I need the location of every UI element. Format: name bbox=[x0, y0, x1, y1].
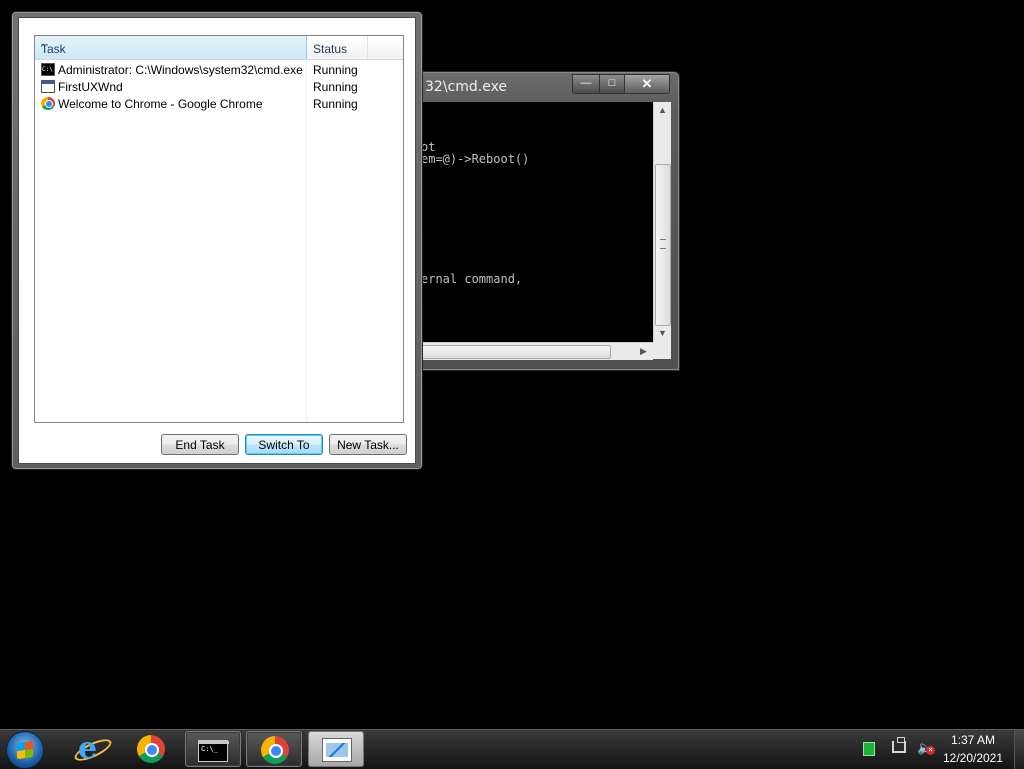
new-task-button[interactable]: New Task... bbox=[329, 434, 407, 455]
taskbar-google-chrome-running[interactable] bbox=[246, 731, 302, 767]
task-name: Administrator: C:\Windows\system32\cmd.e… bbox=[58, 63, 303, 77]
cmd-icon: C:\ bbox=[41, 63, 55, 76]
task-name: FirstUXWnd bbox=[58, 80, 123, 94]
vertical-scroll-thumb[interactable] bbox=[655, 164, 671, 326]
scroll-up-arrow-icon[interactable]: ▲ bbox=[654, 102, 671, 119]
ie-icon: e bbox=[78, 731, 98, 766]
scrollbar-corner bbox=[653, 342, 670, 359]
switch-to-button[interactable]: Switch To bbox=[245, 434, 323, 455]
cmd-console-area[interactable]: ot em=@)->Reboot() ernal command, bbox=[413, 102, 653, 342]
minimize-button[interactable]: — bbox=[572, 74, 600, 94]
chrome-icon bbox=[137, 735, 165, 763]
taskbar-google-chrome[interactable] bbox=[123, 731, 179, 767]
chrome-icon bbox=[261, 736, 289, 764]
start-button[interactable] bbox=[6, 731, 44, 769]
cmd-window-title: 32\cmd.exe bbox=[425, 79, 508, 95]
task-row[interactable]: C:\ Administrator: C:\Windows\system32\c… bbox=[39, 61, 399, 78]
end-task-button[interactable]: End Task bbox=[161, 434, 239, 455]
cmd-icon: C:\_ bbox=[198, 740, 228, 762]
column-divider bbox=[306, 59, 307, 422]
scroll-down-arrow-icon[interactable]: ▼ bbox=[654, 325, 671, 342]
task-name: Welcome to Chrome - Google Chrome bbox=[58, 97, 263, 111]
clock-time[interactable]: 1:37 AM bbox=[940, 733, 1006, 747]
task-status: Running bbox=[313, 63, 358, 77]
horizontal-scroll-thumb[interactable] bbox=[413, 345, 611, 359]
task-manager-client: ^ Task Status C:\ Administrator: C:\Wind… bbox=[18, 17, 416, 464]
window-icon bbox=[41, 80, 55, 93]
task-manager-icon bbox=[322, 738, 352, 762]
column-header-status-label: Status bbox=[313, 42, 348, 56]
chrome-icon bbox=[41, 97, 55, 110]
cmd-window[interactable]: 32\cmd.exe — □ ✕ ot em=@)->Reboot() erna… bbox=[404, 71, 680, 371]
clock-date[interactable]: 12/20/2021 bbox=[940, 751, 1006, 765]
taskbar-command-prompt[interactable]: C:\_ bbox=[185, 731, 241, 767]
network-icon[interactable] bbox=[892, 737, 906, 753]
list-header: ^ Task Status bbox=[35, 36, 403, 60]
task-row[interactable]: Welcome to Chrome - Google Chrome Runnin… bbox=[39, 95, 399, 112]
taskbar: e C:\_ 🔈 × 1:37 AM 12/20/2021 bbox=[0, 729, 1024, 769]
maximize-button[interactable]: □ bbox=[599, 74, 625, 94]
column-header-task[interactable]: ^ Task bbox=[35, 36, 307, 59]
task-list[interactable]: ^ Task Status C:\ Administrator: C:\Wind… bbox=[34, 35, 404, 423]
task-status: Running bbox=[313, 80, 358, 94]
taskbar-task-manager[interactable] bbox=[308, 731, 364, 767]
grip-icon bbox=[660, 239, 666, 249]
column-header-task-label: Task bbox=[41, 42, 66, 56]
console-line: em=@)->Reboot() bbox=[421, 152, 530, 166]
horizontal-scrollbar[interactable]: ▶ bbox=[413, 342, 653, 360]
task-row[interactable]: FirstUXWnd Running bbox=[39, 78, 399, 95]
task-manager-window[interactable]: ^ Task Status C:\ Administrator: C:\Wind… bbox=[11, 11, 423, 470]
windows-logo-icon bbox=[17, 740, 33, 760]
battery-icon[interactable] bbox=[863, 742, 875, 756]
vertical-scrollbar[interactable]: ▲ ▼ bbox=[653, 102, 671, 359]
mute-indicator-icon: × bbox=[926, 746, 935, 755]
console-line: ernal command, bbox=[421, 272, 523, 286]
task-status: Running bbox=[313, 97, 358, 111]
close-button[interactable]: ✕ bbox=[624, 74, 670, 94]
scroll-right-arrow-icon[interactable]: ▶ bbox=[635, 343, 652, 360]
show-desktop-button[interactable] bbox=[1014, 730, 1024, 769]
column-header-status[interactable]: Status bbox=[307, 36, 368, 59]
taskbar-internet-explorer[interactable]: e bbox=[62, 731, 118, 767]
